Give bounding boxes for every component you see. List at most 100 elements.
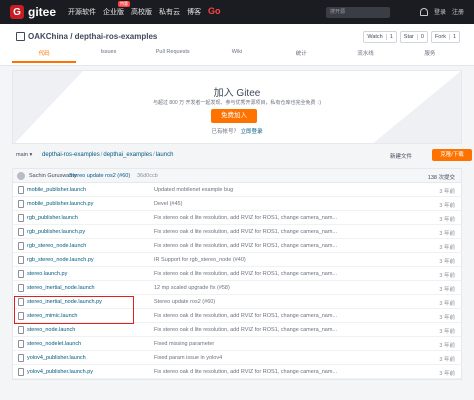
breadcrumb-current: launch [155,152,174,158]
table-row[interactable]: rgb_stereo_node.launch Fix stereo oak d l… [13,239,461,253]
file-name[interactable]: mobile_publisher.launch.py [27,201,93,207]
file-commit-message[interactable]: Fix stereo oak d lite resolution, add RV… [154,271,339,277]
tab-pull-requests[interactable]: Pull Requests [141,49,205,63]
file-name[interactable]: yolov4_publisher.launch.py [27,369,93,375]
login-prompt: 已有帐号？ 立即登录 [13,127,461,135]
table-row[interactable]: yolov4_publisher.launch.py Fix stereo oak… [13,365,461,379]
file-icon [18,200,24,208]
nav-item-open-source[interactable]: 开源软件 [68,7,96,17]
new-file-button[interactable]: 新建文件 [390,152,412,160]
file-name[interactable]: rgb_stereo_node.launch [27,243,86,249]
file-commit-time: 3 年前 [439,217,455,223]
file-commit-message[interactable]: Fix stereo oak d lite resolution, add RV… [154,369,339,375]
nav-item-blog[interactable]: 博客 [187,7,201,17]
watch-label: Watch [367,34,383,40]
file-name[interactable]: stereo_nodelet.launch [27,341,81,347]
fork-button[interactable]: Fork 1 [430,31,460,43]
file-commit-message[interactable]: Fix stereo oak d lite resolution, add RV… [154,327,339,333]
file-name[interactable]: rgb_stereo_node.launch.py [27,257,94,263]
branch-select[interactable]: main ▾ [16,152,32,158]
nav-item-go[interactable]: Go [208,6,221,17]
commit-count[interactable]: 138 次提交 [428,173,455,181]
table-row[interactable]: mobile_publisher.launch.py Devel (#45) 3 年… [13,197,461,211]
file-name[interactable]: stereo_inertial_node.launch [27,285,95,291]
file-name[interactable]: stereo_node.launch [27,327,75,333]
file-table: Sachin Guruswamy Stereo update ros2 (#60… [12,168,462,380]
tab-stats[interactable]: 统计 [269,49,333,63]
fork-label: Fork [434,34,446,40]
file-commit-message[interactable]: Updated mobilenet example bug [154,187,339,193]
repo-name[interactable]: OAKChina / depthai-ros-examples [28,32,157,41]
file-commit-message[interactable]: Fixed param issue in yolov4 [154,355,339,361]
file-commit-time: 3 年前 [439,273,455,279]
repo-actions: Watch 1 Star 0 Fork 1 [360,31,460,43]
register-link[interactable]: 注册 [452,7,464,16]
file-commit-message[interactable]: Fix stereo oak d lite resolution, add RV… [154,215,339,221]
promo-badge: 特惠 [118,1,131,7]
account-links: 登录 注册 [419,7,464,16]
file-commit-message[interactable]: Fix stereo oak d lite resolution, add RV… [154,243,339,249]
search-input[interactable]: 搜开源 [326,7,390,18]
nav-item-education[interactable]: 高校版 [131,7,152,17]
table-row[interactable]: yolov4_publisher.launch Fixed param issue… [13,351,461,365]
file-commit-time: 3 年前 [439,315,455,321]
file-commit-message[interactable]: Fix stereo oak d lite resolution, add RV… [154,313,339,319]
file-commit-message[interactable]: Stereo update ros2 (#60) [154,299,339,305]
tab-wiki[interactable]: Wiki [205,49,269,63]
tab-services[interactable]: 服务 [398,49,462,63]
gitee-logo[interactable]: G gitee [10,5,56,19]
table-row[interactable]: stereo.launch.py Fix stereo oak d lite re… [13,267,461,281]
banner-title: 加入 Gitee [213,88,261,99]
table-row[interactable]: rgb_publisher.launch Fix stereo oak d lit… [13,211,461,225]
nav-item-private-cloud[interactable]: 私有云 [159,7,180,17]
file-name[interactable]: stereo.launch.py [27,271,67,277]
login-link[interactable]: 登录 [434,7,446,16]
file-commit-time: 3 年前 [439,189,455,195]
file-icon [18,242,24,250]
notification-bell-icon[interactable] [419,7,428,16]
logo-text: gitee [28,5,57,19]
commit-hash[interactable]: 36d0ccb [137,173,158,179]
breadcrumb-folder[interactable]: depthai_examples [103,152,152,158]
repo-tabs: 代码 Issues Pull Requests Wiki 统计 流水线 服务 [12,49,462,63]
commit-message[interactable]: Stereo update ros2 (#60) [69,173,130,179]
avatar[interactable] [17,172,25,180]
tab-issues[interactable]: Issues [76,49,140,63]
table-row[interactable]: mobile_publisher.launch Updated mobilenet… [13,183,461,197]
file-name[interactable]: rgb_publisher.launch [27,215,78,221]
file-commit-time: 3 年前 [439,371,455,377]
tab-pipeline[interactable]: 流水线 [333,49,397,63]
table-row[interactable]: stereo_nodelet.launch Fixed missing param… [13,337,461,351]
nav-item-enterprise[interactable]: 企业版 特惠 [103,1,131,17]
tab-code[interactable]: 代码 [12,49,77,63]
file-commit-message[interactable]: IR Support for rgb_stereo_node (#40) [154,257,339,263]
file-name[interactable]: yolov4_publisher.launch [27,355,86,361]
table-row[interactable]: stereo_inertial_node.launch 12 mp scaled … [13,281,461,295]
file-commit-message[interactable]: Fixed missing parameter [154,341,339,347]
join-banner: 加入 Gitee 与超过 800 万 开发者一起发现、参与优秀开源项目，私有仓库… [12,70,462,144]
join-free-button[interactable]: 免费加入 [211,109,257,123]
breadcrumb-repo[interactable]: depthai-ros-examples [42,152,100,158]
file-icon [18,228,24,236]
file-icon [18,214,24,222]
file-commit-message[interactable]: Fix stereo oak d lite resolution, add RV… [154,229,339,235]
breadcrumb: depthai-ros-examples/depthai_examples/la… [42,152,173,158]
table-row[interactable]: rgb_stereo_node.launch.py IR Support for … [13,253,461,267]
file-commit-message[interactable]: Devel (#45) [154,201,339,207]
star-button[interactable]: Star 0 [399,31,428,43]
login-now-link[interactable]: 立即登录 [241,129,263,135]
file-commit-message[interactable]: 12 mp scaled upgrade fix (#58) [154,285,339,291]
file-icon [18,368,24,376]
nav-menu: 开源软件 企业版 特惠 高校版 私有云 博客 Go [68,1,228,17]
file-commit-time: 3 年前 [439,245,455,251]
file-name[interactable]: rgb_publisher.launch.py [27,229,85,235]
table-row[interactable]: stereo_node.launch Fix stereo oak d lite … [13,323,461,337]
clone-download-button[interactable]: 克隆/下载 [432,149,472,161]
watch-count: 1 [385,34,393,40]
watch-button[interactable]: Watch 1 [363,31,397,43]
nav-item-enterprise-label: 企业版 [103,9,125,16]
branch-name: main [16,152,28,158]
file-icon [18,340,24,348]
table-row[interactable]: rgb_publisher.launch.py Fix stereo oak d … [13,225,461,239]
file-name[interactable]: mobile_publisher.launch [27,187,86,193]
